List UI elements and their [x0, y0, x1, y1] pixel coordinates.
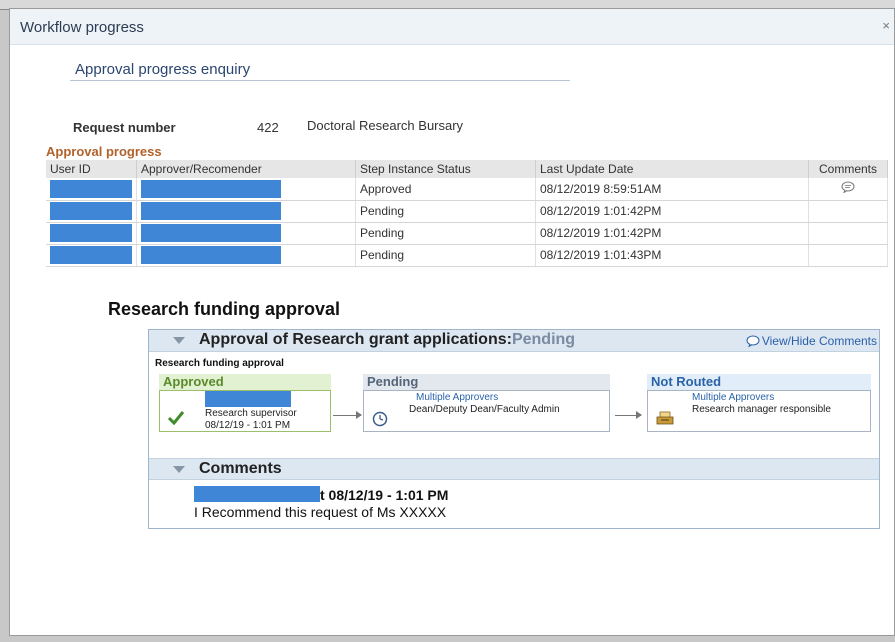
comment-timestamp: t 08/12/19 - 1:01 PM	[320, 487, 449, 503]
approval-progress-table: User ID Approver/Recomender Step Instanc…	[46, 160, 888, 267]
user-id-cell	[46, 222, 137, 245]
stage-role: Research manager responsible	[692, 404, 831, 415]
approver-cell	[136, 178, 356, 201]
dialog-title: Workflow progress	[20, 19, 144, 36]
request-number-value: 422	[257, 120, 279, 135]
collapse-triangle-icon[interactable]	[173, 466, 185, 473]
approver-cell	[136, 200, 356, 223]
workflow-status: Pending	[511, 331, 576, 348]
status-cell: Pending	[355, 244, 536, 267]
redacted-block	[205, 391, 291, 407]
redacted-block	[194, 486, 320, 502]
table-header-row: User ID Approver/Recomender Step Instanc…	[46, 160, 888, 178]
comment-bubble-icon	[746, 335, 760, 348]
stage-approved: Approved Research supervisor 08/12/19 - …	[159, 374, 331, 432]
user-id-cell	[46, 200, 137, 223]
approval-progress-title: Approval progress	[46, 144, 162, 159]
view-hide-comments-link[interactable]: View/Hide Comments	[746, 334, 877, 348]
stage-approvers: Multiple Approvers	[692, 392, 775, 403]
user-id-cell	[46, 178, 137, 201]
workflow-title-text: Approval of Research grant applications:	[199, 331, 512, 348]
redacted-block	[50, 179, 132, 198]
stage-state-label: Not Routed	[647, 374, 871, 390]
redacted-block	[141, 246, 281, 264]
date-cell: 08/12/2019 1:01:43PM	[535, 244, 809, 267]
approver-cell	[136, 222, 356, 245]
comments-cell	[808, 244, 888, 267]
redacted-block	[141, 202, 281, 220]
workflow-title: Approval of Research grant applications:…	[199, 331, 575, 349]
comments-cell	[808, 222, 888, 245]
date-cell: 08/12/2019 1:01:42PM	[535, 200, 809, 223]
stage-state-label: Pending	[363, 374, 610, 390]
workflow-subtitle: Research funding approval	[155, 358, 284, 369]
stage-role: Dean/Deputy Dean/Faculty Admin	[409, 404, 560, 415]
table-row: Pending 08/12/2019 1:01:42PM	[46, 200, 888, 223]
arrow-right-icon	[333, 411, 362, 419]
section-title: Research funding approval	[108, 299, 341, 319]
approver-cell	[136, 244, 356, 267]
table-row: Pending 08/12/2019 1:01:42PM	[46, 222, 888, 245]
collapse-triangle-icon[interactable]	[173, 337, 185, 344]
comments-title: Comments	[199, 460, 282, 477]
title-underline	[70, 80, 570, 81]
workflow-panel: Approval of Research grant applications:…	[148, 329, 880, 529]
col-status: Step Instance Status	[355, 160, 536, 178]
stage-timestamp: 08/12/19 - 1:01 PM	[205, 420, 291, 431]
checkmark-icon	[168, 411, 184, 425]
date-cell: 08/12/2019 8:59:51AM	[535, 178, 809, 201]
table-row: Approved 08/12/2019 8:59:51AM	[46, 178, 888, 201]
request-description: Doctoral Research Bursary	[307, 118, 464, 133]
redacted-block	[50, 202, 132, 220]
comment-author-line: t 08/12/19 - 1:01 PM	[194, 486, 448, 503]
stage-role: Research supervisor	[205, 408, 297, 419]
stage-not-routed: Not Routed Multiple Approvers Research m…	[647, 374, 871, 432]
comments-cell	[808, 178, 888, 201]
user-id-cell	[46, 244, 137, 267]
stage-body: Research supervisor 08/12/19 - 1:01 PM	[159, 390, 331, 432]
stage-state-label: Approved	[159, 374, 331, 390]
status-cell: Pending	[355, 222, 536, 245]
page-title: Approval progress enquiry	[75, 61, 251, 78]
close-button[interactable]: ×	[882, 18, 890, 33]
col-comments: Comments	[808, 160, 888, 178]
stage-approvers: Multiple Approvers	[416, 392, 499, 403]
comments-cell	[808, 200, 888, 223]
stage-pending: Pending Multiple Approvers Dean/Deputy D…	[363, 374, 610, 432]
redacted-block	[141, 224, 281, 242]
status-cell: Pending	[355, 200, 536, 223]
redacted-block	[50, 224, 132, 242]
redacted-block	[50, 246, 132, 264]
clock-icon	[372, 411, 388, 427]
comment-bubble-icon[interactable]	[841, 181, 855, 194]
inbox-tray-icon	[656, 411, 674, 425]
comment-text: I Recommend this request of Ms XXXXX	[194, 504, 447, 520]
table-row: Pending 08/12/2019 1:01:43PM	[46, 244, 888, 267]
stage-body: Multiple Approvers Research manager resp…	[647, 390, 871, 432]
arrow-right-icon	[615, 411, 642, 419]
view-hide-label: View/Hide Comments	[761, 334, 877, 348]
status-cell: Approved	[355, 178, 536, 201]
workflow-progress-dialog: Workflow progress × Approval progress en…	[9, 8, 895, 636]
request-number-label: Request number	[73, 120, 176, 135]
date-cell: 08/12/2019 1:01:42PM	[535, 222, 809, 245]
stage-body: Multiple Approvers Dean/Deputy Dean/Facu…	[363, 390, 610, 432]
col-last-update: Last Update Date	[535, 160, 809, 178]
col-approver: Approver/Recomender	[136, 160, 356, 178]
dialog-header: Workflow progress ×	[10, 9, 894, 45]
col-user-id: User ID	[46, 160, 137, 178]
redacted-block	[141, 179, 281, 198]
workflow-header: Approval of Research grant applications:…	[149, 330, 879, 352]
comments-header: Comments	[149, 458, 879, 480]
